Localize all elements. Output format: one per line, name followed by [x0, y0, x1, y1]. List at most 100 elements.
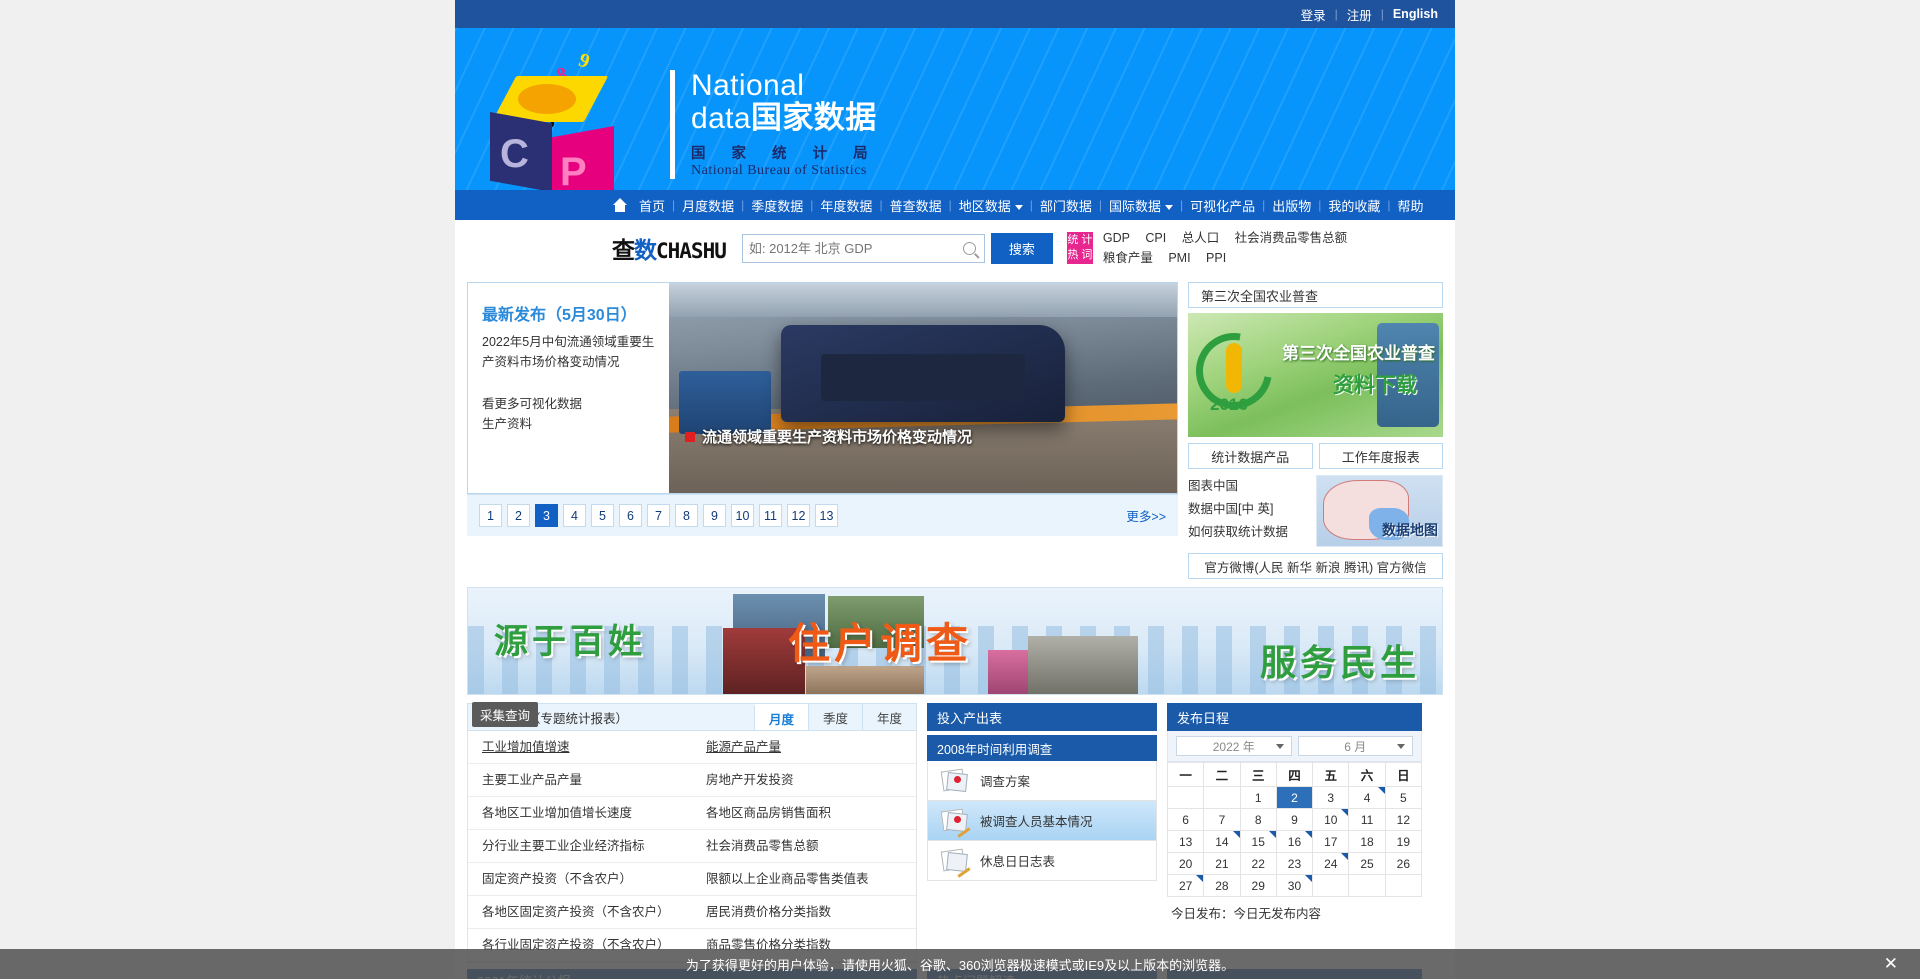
list-item[interactable]: 主要工业产品产量 [468, 764, 692, 797]
list-item[interactable]: 各地区商品房销售面积 [692, 797, 916, 830]
page-5[interactable]: 5 [591, 504, 614, 527]
survey-item-respondent-info[interactable]: 被调查人员基本情况 [927, 801, 1157, 841]
census-banner-image[interactable]: 2016 第三次全国农业普查 资料下载 [1188, 313, 1443, 437]
link-data-china[interactable]: 数据中国[中 英] [1188, 498, 1316, 521]
household-survey-banner[interactable]: 源于百姓 住户调查 服务民生 [467, 587, 1443, 695]
nav-item-visualization[interactable]: 可视化产品 [1183, 196, 1262, 215]
survey-item-plan[interactable]: 调查方案 [927, 761, 1157, 801]
calendar-day[interactable]: 10 [1312, 808, 1350, 831]
calendar-day[interactable] [1348, 874, 1386, 897]
calendar-day-selected[interactable]: 2 [1275, 786, 1314, 809]
tab-annual-work-reports[interactable]: 工作年度报表 [1318, 443, 1443, 469]
nav-item-census[interactable]: 普查数据 [883, 196, 949, 215]
nav-item-monthly[interactable]: 月度数据 [675, 196, 741, 215]
data-map-thumbnail[interactable]: 数据地图 [1316, 475, 1443, 547]
english-link[interactable]: English [1384, 7, 1447, 21]
tab-monthly[interactable]: 月度 [754, 704, 808, 730]
list-item[interactable]: 工业增加值增速 [468, 731, 692, 764]
calendar-day[interactable]: 28 [1203, 874, 1241, 897]
calendar-day[interactable]: 7 [1203, 808, 1241, 831]
calendar-day[interactable] [1166, 786, 1205, 809]
list-item[interactable]: 限额以上企业商品零售类值表 [692, 863, 916, 896]
list-item[interactable]: 能源产品产量 [692, 731, 916, 764]
page-12[interactable]: 12 [787, 504, 810, 527]
hotword-pmi[interactable]: PMI [1168, 251, 1190, 265]
calendar-day[interactable]: 15 [1239, 830, 1277, 853]
more-visual-data-link[interactable]: 看更多可视化数据 [482, 394, 657, 414]
search-input[interactable] [748, 240, 963, 256]
nav-item-regional[interactable]: 地区数据 [952, 196, 1030, 215]
list-item[interactable]: 固定资产投资（不含农户） [468, 863, 692, 896]
hotword-population[interactable]: 总人口 [1182, 231, 1220, 245]
register-link[interactable]: 注册 [1338, 5, 1381, 24]
calendar-day[interactable]: 3 [1312, 786, 1350, 809]
nav-item-home[interactable]: 首页 [632, 196, 672, 215]
list-item[interactable]: 分行业主要工业企业经济指标 [468, 830, 692, 863]
census-panel-title[interactable]: 第三次全国农业普查 [1188, 282, 1443, 308]
calendar-day[interactable]: 4 [1348, 786, 1386, 809]
calendar-day[interactable]: 21 [1203, 852, 1241, 875]
calendar-day[interactable]: 1 [1239, 786, 1277, 809]
list-item[interactable]: 居民消费价格分类指数 [692, 896, 916, 929]
calendar-day[interactable]: 20 [1166, 852, 1205, 875]
page-10[interactable]: 10 [731, 504, 754, 527]
tab-statistical-products[interactable]: 统计数据产品 [1188, 443, 1313, 469]
month-select[interactable]: 6 月 [1297, 736, 1413, 756]
nav-item-favorites[interactable]: 我的收藏 [1321, 196, 1387, 215]
calendar-day[interactable]: 22 [1239, 852, 1277, 875]
list-item[interactable]: 房地产开发投资 [692, 764, 916, 797]
collection-query-badge[interactable]: 采集查询 [472, 702, 539, 727]
calendar-day[interactable]: 16 [1275, 830, 1314, 853]
featured-image[interactable]: 流通领域重要生产资料市场价格变动情况 [669, 283, 1177, 493]
nav-item-international[interactable]: 国际数据 [1102, 196, 1180, 215]
calendar-day[interactable]: 9 [1275, 808, 1314, 831]
page-6[interactable]: 6 [619, 504, 642, 527]
page-11[interactable]: 11 [759, 504, 782, 527]
page-3[interactable]: 3 [535, 504, 558, 527]
nav-item-help[interactable]: 帮助 [1391, 196, 1431, 215]
page-13[interactable]: 13 [815, 504, 838, 527]
more-link[interactable]: 更多>> [1126, 506, 1166, 525]
link-how-to-get-data[interactable]: 如何获取统计数据 [1188, 521, 1316, 544]
calendar-day[interactable] [1203, 786, 1241, 809]
nav-item-annual[interactable]: 年度数据 [813, 196, 879, 215]
search-button[interactable]: 搜索 [990, 232, 1053, 264]
calendar-day[interactable]: 19 [1384, 830, 1423, 853]
calendar-day[interactable]: 23 [1275, 852, 1314, 875]
close-icon[interactable]: ✕ [1884, 954, 1898, 974]
page-2[interactable]: 2 [507, 504, 530, 527]
hotword-cpi[interactable]: CPI [1145, 231, 1166, 245]
calendar-day[interactable]: 8 [1239, 808, 1277, 831]
search-input-wrapper[interactable] [741, 233, 985, 263]
calendar-day[interactable]: 27 [1166, 874, 1205, 897]
link-chart-china[interactable]: 图表中国 [1188, 475, 1316, 498]
hotword-grain[interactable]: 粮食产量 [1103, 251, 1153, 265]
login-link[interactable]: 登录 [1292, 5, 1335, 24]
calendar-day[interactable]: 12 [1384, 808, 1423, 831]
calendar-day[interactable] [1384, 874, 1423, 897]
calendar-day[interactable]: 26 [1384, 852, 1423, 875]
hotword-retail[interactable]: 社会消费品零售总额 [1235, 231, 1348, 245]
calendar-day[interactable]: 29 [1239, 874, 1277, 897]
page-1[interactable]: 1 [479, 504, 502, 527]
weibo-links[interactable]: 官方微博(人民 新华 新浪 腾讯) 官方微信 [1204, 557, 1426, 576]
list-item[interactable]: 各地区工业增加值增长速度 [468, 797, 692, 830]
calendar-day[interactable]: 30 [1275, 874, 1314, 897]
tab-annual[interactable]: 年度 [862, 704, 916, 730]
page-8[interactable]: 8 [675, 504, 698, 527]
list-item[interactable]: 各地区固定资产投资（不含农户） [468, 896, 692, 929]
year-select[interactable]: 2022 年 [1176, 736, 1292, 756]
site-logo[interactable]: National data国家数据 国 家 统 计 局 National Bur… [670, 70, 879, 179]
nav-item-publications[interactable]: 出版物 [1265, 196, 1318, 215]
hotword-gdp[interactable]: GDP [1103, 231, 1130, 245]
tab-quarterly[interactable]: 季度 [808, 704, 862, 730]
hotword-ppi[interactable]: PPI [1206, 251, 1226, 265]
calendar-day[interactable]: 24 [1312, 852, 1350, 875]
calendar-day[interactable]: 18 [1348, 830, 1386, 853]
calendar-day[interactable]: 17 [1312, 830, 1350, 853]
calendar-day[interactable]: 13 [1166, 830, 1205, 853]
nav-item-department[interactable]: 部门数据 [1033, 196, 1099, 215]
production-materials-link[interactable]: 生产资料 [482, 414, 657, 434]
calendar-day[interactable]: 11 [1348, 808, 1386, 831]
nav-item-quarterly[interactable]: 季度数据 [744, 196, 810, 215]
